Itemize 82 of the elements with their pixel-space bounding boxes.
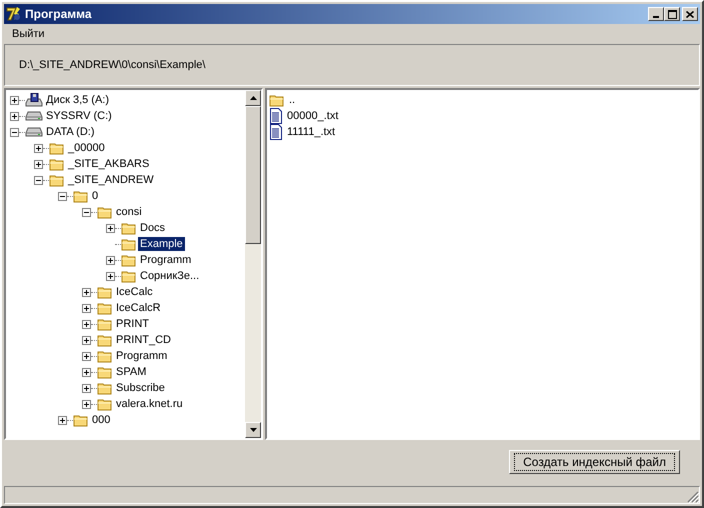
expand-icon[interactable] [10,96,19,104]
folder-icon [73,189,89,203]
create-index-button[interactable]: Создать индексный файл [509,450,680,474]
folder-icon [97,397,113,411]
expand-icon[interactable] [106,272,115,280]
expand-icon[interactable] [82,304,91,312]
collapse-icon[interactable] [34,176,43,184]
tree-item[interactable]: IceCalcR [114,301,163,315]
tree-item[interactable]: Docs [138,221,168,235]
maximize-icon [668,10,676,18]
tree-item[interactable]: PRINT [114,317,151,331]
folder-icon [73,413,89,427]
tree-item[interactable]: Subscribe [114,381,167,395]
expand-icon[interactable] [106,224,115,232]
folder-icon [97,301,113,315]
tree-item[interactable]: СорникЗе... [138,269,202,283]
tree-item[interactable]: DATA (D:) [44,125,96,139]
folder-icon [97,317,113,331]
scroll-down-button[interactable] [245,422,261,438]
close-button[interactable] [682,7,698,21]
tree-item[interactable]: 000 [90,413,112,427]
folder-icon [121,269,137,283]
file-item[interactable]: 11111_.txt [286,126,336,138]
text-file-icon [269,124,283,140]
expand-icon[interactable] [82,384,91,392]
expand-icon[interactable] [82,352,91,360]
tree-item[interactable]: Programm [138,253,194,267]
tree-item[interactable]: _SITE_AKBARS [66,157,152,171]
path-label: D:\_SITE_ANDREW\0\consi\Example\ [19,59,206,71]
expand-icon[interactable] [82,288,91,296]
up-arrow-icon [250,96,256,100]
text-file-icon [269,108,283,124]
tree-item[interactable]: PRINT_CD [114,333,174,347]
tree-item[interactable]: consi [114,205,144,219]
maximize-button[interactable] [664,7,680,21]
tree-item[interactable]: 0 [90,189,100,203]
folder-icon [97,285,113,299]
resize-grip-icon[interactable] [687,491,699,503]
folder-icon [49,173,65,187]
menu-item[interactable]: Выйти [10,28,47,40]
expand-icon[interactable] [82,400,91,408]
floppy-drive-icon [25,93,43,107]
window-title: Программа [25,7,92,21]
expand-icon[interactable] [82,368,91,376]
expand-icon[interactable] [34,144,43,152]
folder-icon [121,237,137,251]
tree-item[interactable]: IceCalc [114,285,155,299]
folder-icon [121,221,137,235]
tree-item[interactable]: _00000 [66,141,107,155]
folder-icon [49,141,65,155]
close-icon [686,10,694,18]
expand-icon[interactable] [82,336,91,344]
folder-icon [97,349,113,363]
tree-item[interactable]: SPAM [114,365,148,379]
tree-item[interactable]: Диск 3,5 (A:) [44,93,112,107]
scrollbar[interactable] [245,90,261,438]
tree-item[interactable]: Example [138,237,185,251]
scroll-up-button[interactable] [245,90,261,106]
down-arrow-icon [250,428,256,432]
expand-icon[interactable] [10,112,19,120]
file-item[interactable]: 00000_.txt [286,110,340,122]
folder-icon [97,365,113,379]
tree-item[interactable]: Programm [114,349,170,363]
collapse-icon[interactable] [10,128,19,136]
collapse-icon[interactable] [58,192,67,200]
tree-item[interactable]: SYSSRV (C:) [44,109,114,123]
expand-icon[interactable] [34,160,43,168]
collapse-icon[interactable] [82,208,91,216]
expand-icon[interactable] [106,256,115,264]
folder-icon [269,93,285,107]
minimize-button[interactable] [648,7,664,21]
tree-item[interactable]: valera.knet.ru [114,397,185,411]
folder-icon [97,333,113,347]
file-item[interactable]: .. [288,94,296,106]
folder-icon [121,253,137,267]
expand-icon[interactable] [58,416,67,424]
app-logo-icon [6,6,22,22]
folder-icon [97,205,113,219]
expand-icon[interactable] [82,320,91,328]
tree-item[interactable]: _SITE_ANDREW [66,173,156,187]
folder-icon [49,157,65,171]
folder-icon [97,381,113,395]
